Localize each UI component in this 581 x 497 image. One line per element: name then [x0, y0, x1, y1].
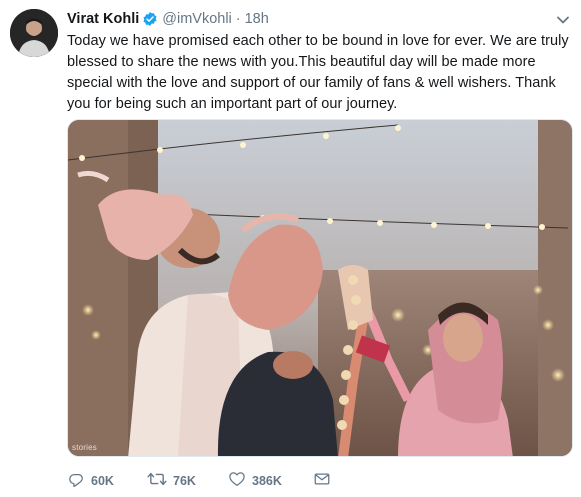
retweet-button[interactable]: 76K [147, 471, 196, 491]
tweet-photo[interactable]: stories [67, 119, 573, 457]
envelope-icon [313, 470, 331, 493]
like-count: 386K [252, 474, 282, 488]
tweet-card[interactable]: Virat Kohli @imVkohli · 18h Today we hav… [0, 0, 581, 497]
author-handle[interactable]: @imVkohli [162, 11, 232, 27]
author-name[interactable]: Virat Kohli [67, 11, 139, 27]
photo-credit: stories [72, 443, 97, 452]
retweet-icon [147, 470, 167, 493]
like-button[interactable]: 386K [228, 471, 282, 491]
avatar[interactable] [10, 9, 58, 57]
timestamp[interactable]: 18h [245, 11, 269, 27]
verified-badge-icon [142, 11, 158, 27]
heart-icon [228, 470, 246, 493]
reply-icon [67, 470, 85, 493]
direct-message-button[interactable] [313, 471, 331, 491]
separator-dot: · [235, 11, 241, 27]
retweet-count: 76K [173, 474, 196, 488]
tweet-header: Virat Kohli @imVkohli · 18h [67, 9, 269, 29]
reply-count: 60K [91, 474, 114, 488]
chevron-down-icon[interactable] [556, 12, 570, 24]
tweet-text: Today we have promised each other to be … [67, 33, 569, 112]
reply-button[interactable]: 60K [67, 471, 114, 491]
